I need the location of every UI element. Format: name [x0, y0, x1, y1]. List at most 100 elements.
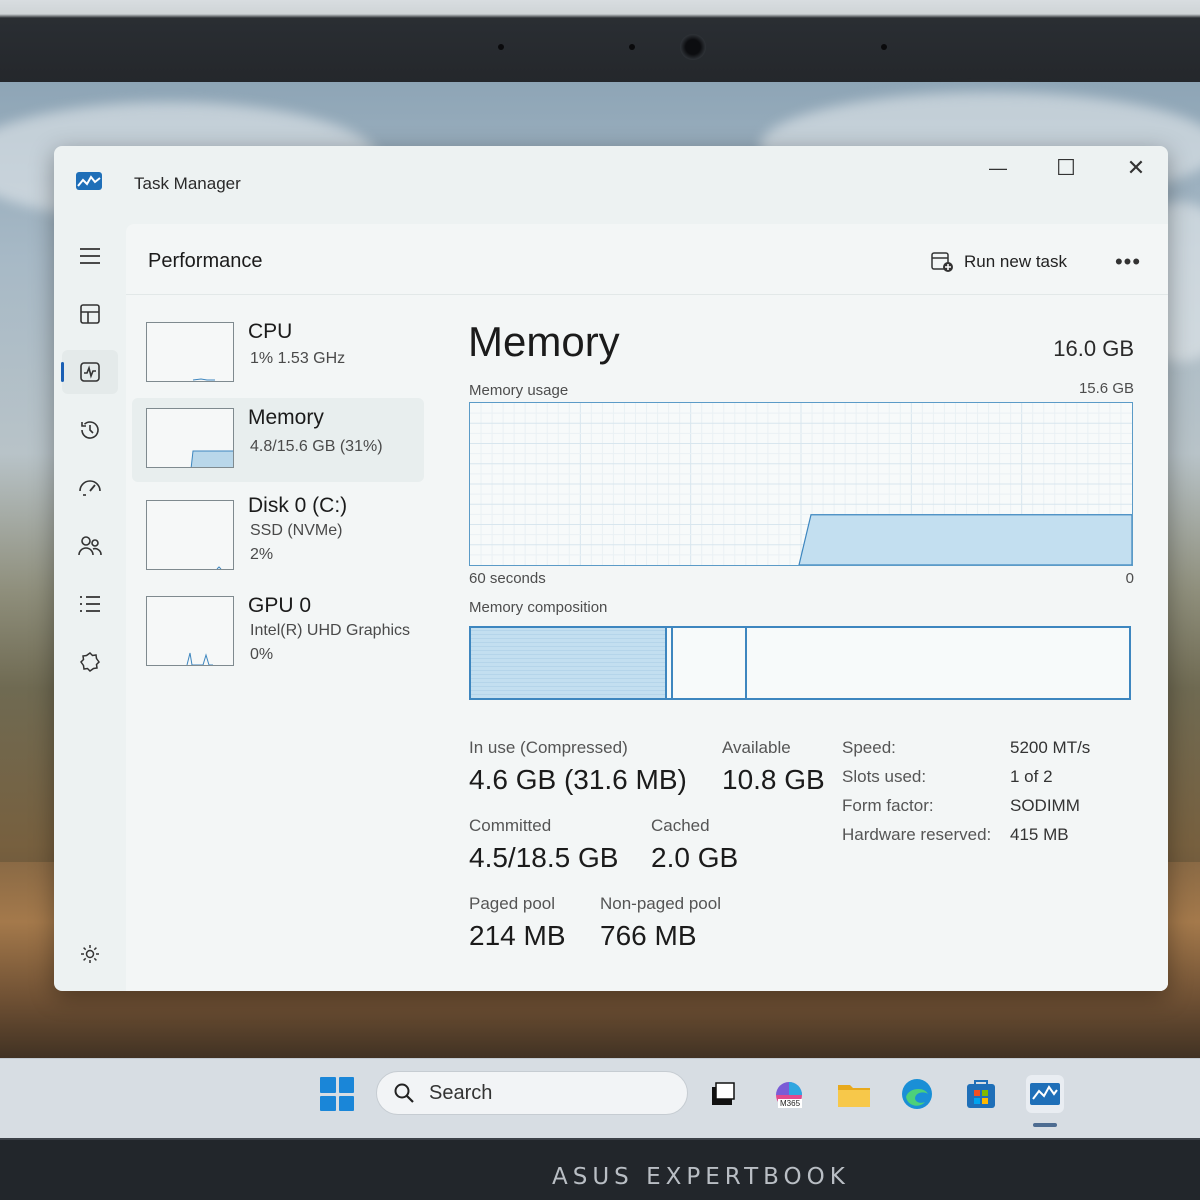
navigation-sidebar — [54, 218, 126, 991]
memory-composition-bar — [469, 626, 1131, 700]
resource-item-gpu[interactable]: GPU 0 Intel(R) UHD Graphics 0% — [132, 586, 424, 670]
paged-pool-value: 214 MB — [469, 920, 566, 951]
resource-item-disk[interactable]: Disk 0 (C:) SSD (NVMe) 2% — [132, 486, 424, 570]
available-label: Available — [722, 738, 791, 757]
page-title: Performance — [148, 250, 263, 272]
resource-name: GPU 0 — [248, 594, 312, 617]
details-icon — [80, 596, 100, 612]
cpu-mini-graph — [146, 322, 234, 382]
taskbar-active-indicator — [1033, 1123, 1057, 1127]
performance-icon — [80, 362, 100, 382]
resource-item-memory[interactable]: Memory 4.8/15.6 GB (31%) — [132, 398, 424, 482]
windows-logo-pane — [320, 1095, 336, 1111]
graph-time-label: 60 seconds — [469, 570, 546, 587]
gpu-mini-graph — [146, 596, 234, 666]
nav-menu-button[interactable] — [62, 234, 118, 278]
minimize-button[interactable]: — — [968, 150, 1028, 186]
resource-detail: 4.8/15.6 GB (31%) — [250, 438, 383, 455]
processes-icon — [80, 304, 100, 324]
nav-item-app-history[interactable] — [62, 408, 118, 452]
nav-item-settings[interactable] — [62, 932, 118, 976]
speed-label: Speed: — [842, 738, 896, 757]
maximize-button[interactable]: ☐ — [1036, 150, 1096, 186]
memory-mini-graph — [146, 408, 234, 468]
resource-detail: 1% 1.53 GHz — [250, 350, 346, 367]
performance-panel: Performance Run new task ••• CPU 1% 1.53… — [126, 224, 1168, 991]
app-history-icon — [81, 421, 99, 439]
microsoft-365-icon[interactable]: M365 — [770, 1075, 808, 1113]
file-explorer-icon[interactable] — [835, 1075, 873, 1113]
run-new-task-label: Run new task — [964, 252, 1067, 271]
users-icon — [78, 536, 102, 556]
paged-pool-label: Paged pool — [469, 894, 556, 913]
nav-item-users[interactable] — [62, 524, 118, 568]
search-icon — [394, 1083, 414, 1103]
slots-used-label: Slots used: — [842, 767, 927, 786]
composition-standby — [673, 628, 748, 698]
task-manager-window: Task Manager — ☐ ✕ Performance Run new t… — [54, 146, 1168, 991]
graph-zero-label: 0 — [1125, 570, 1134, 587]
resource-item-cpu[interactable]: CPU 1% 1.53 GHz — [132, 312, 424, 396]
microsoft-store-icon[interactable] — [962, 1075, 1000, 1113]
resource-detail: SSD (NVMe) — [250, 522, 343, 539]
active-indicator — [61, 362, 64, 382]
nav-item-performance[interactable] — [62, 350, 118, 394]
committed-label: Committed — [469, 816, 552, 835]
windows-logo-pane — [338, 1077, 354, 1093]
sensor-dot — [629, 44, 635, 50]
resource-usage: 2% — [250, 546, 274, 563]
memory-heading: Memory — [468, 318, 620, 365]
task-manager-app-icon — [76, 172, 102, 190]
header-divider — [126, 294, 1168, 295]
memory-usage-area — [798, 514, 1132, 565]
cached-value: 2.0 GB — [651, 842, 739, 873]
non-paged-pool-label: Non-paged pool — [600, 894, 721, 913]
cached-label: Cached — [651, 816, 710, 835]
memory-composition-label: Memory composition — [469, 599, 608, 616]
resource-detail: Intel(R) UHD Graphics — [250, 622, 411, 639]
close-button[interactable]: ✕ — [1106, 150, 1166, 186]
nav-item-startup-apps[interactable] — [62, 466, 118, 510]
minimize-icon: — — [989, 157, 1007, 178]
memory-usage-graph — [469, 402, 1133, 566]
taskbar: Search M365 — [0, 1058, 1200, 1138]
more-icon: ••• — [1114, 249, 1142, 274]
sensor-dot — [498, 44, 504, 50]
laptop-top-bezel — [0, 0, 1200, 85]
search-label: Search — [429, 1081, 493, 1104]
services-icon — [80, 652, 100, 672]
nav-item-services[interactable] — [62, 640, 118, 684]
committed-value: 4.5/18.5 GB — [469, 842, 619, 873]
windows-logo-pane — [338, 1095, 354, 1111]
maximize-icon: ☐ — [1056, 155, 1076, 180]
resource-name: CPU — [248, 320, 293, 343]
windows-logo-pane — [320, 1077, 336, 1093]
nav-item-processes[interactable] — [62, 292, 118, 336]
run-new-task-button[interactable]: Run new task — [930, 244, 1067, 280]
hardware-reserved-value: 415 MB — [1010, 825, 1069, 844]
memory-usage-label: Memory usage — [469, 382, 569, 399]
webcam — [680, 34, 706, 60]
task-view-icon[interactable] — [704, 1075, 742, 1113]
run-task-icon — [931, 252, 953, 272]
taskbar-search-box[interactable]: Search — [376, 1071, 688, 1115]
more-options-button[interactable]: ••• — [1106, 244, 1150, 280]
composition-modified — [665, 628, 673, 698]
available-value: 10.8 GB — [722, 764, 825, 795]
form-factor-label: Form factor: — [842, 796, 934, 815]
nav-item-details[interactable] — [62, 582, 118, 626]
start-button[interactable] — [320, 1077, 354, 1111]
hardware-reserved-label: Hardware reserved: — [842, 825, 992, 844]
non-paged-pool-value: 766 MB — [600, 920, 697, 951]
resource-usage: 0% — [250, 646, 274, 663]
speed-value: 5200 MT/s — [1010, 738, 1091, 757]
memory-total: 16.0 GB — [1053, 336, 1134, 361]
hamburger-icon — [80, 248, 100, 264]
edge-browser-icon[interactable] — [898, 1075, 936, 1113]
form-factor-value: SODIMM — [1010, 796, 1080, 815]
memory-usage-chart — [470, 403, 1132, 565]
window-title: Task Manager — [134, 174, 241, 193]
in-use-label: In use (Compressed) — [469, 738, 628, 757]
task-manager-taskbar-icon[interactable] — [1026, 1075, 1064, 1113]
close-icon: ✕ — [1126, 155, 1146, 180]
